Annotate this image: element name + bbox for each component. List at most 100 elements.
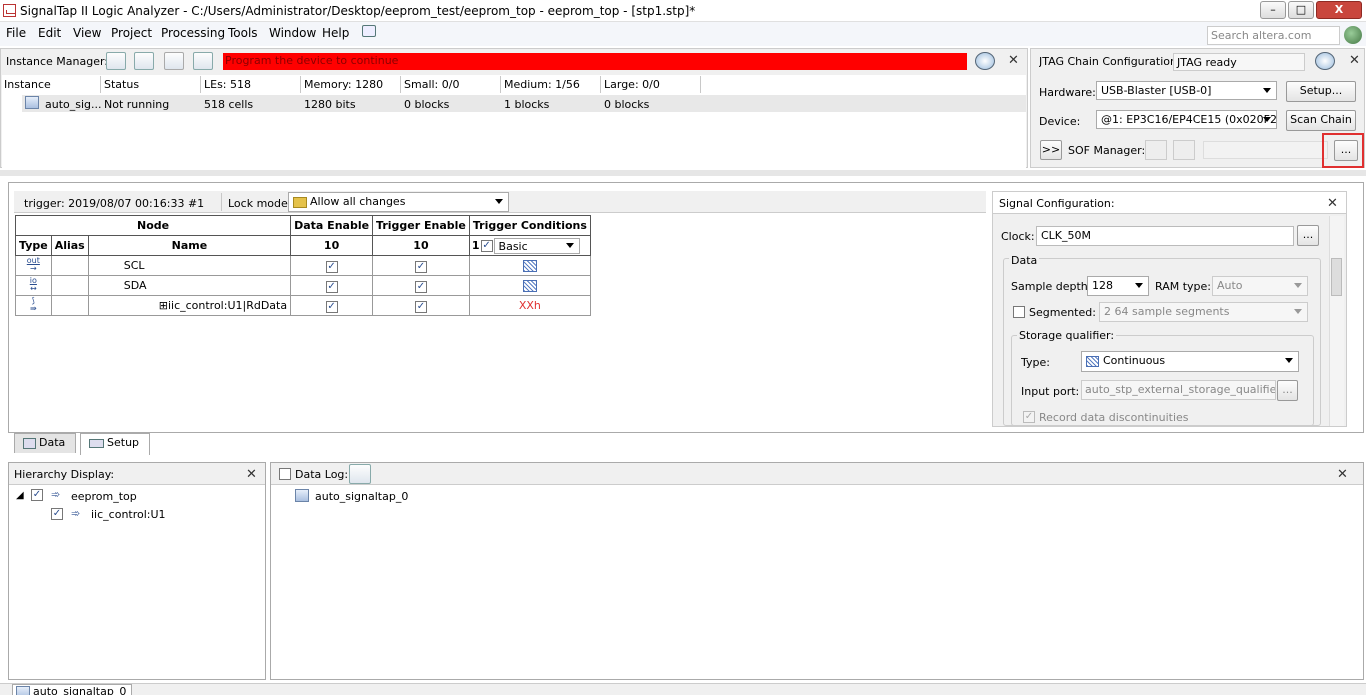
node-name: SCL [87, 255, 292, 276]
menu-tools[interactable]: Tools [228, 26, 258, 40]
trigger-mode-select[interactable]: Basic [493, 237, 580, 254]
sof-browse-button[interactable]: ... [1334, 140, 1358, 161]
program-device-icon[interactable] [1145, 140, 1167, 160]
segmented-checkbox[interactable] [1013, 306, 1025, 318]
data-log-panel [270, 462, 1364, 680]
output-pin-icon: out → [26, 256, 40, 273]
hierarchy-close-icon[interactable]: ✕ [246, 467, 257, 482]
help-icon[interactable] [975, 52, 995, 70]
run-analysis-icon[interactable] [134, 52, 154, 70]
header-alias: Alias [50, 235, 89, 256]
hierarchy-checkbox-iic-control[interactable]: ✓ [51, 508, 63, 520]
instance-memory: 1280 bits [304, 98, 356, 111]
sample-depth-value: 128 [1092, 279, 1113, 292]
whats-this-help-icon[interactable] [362, 25, 376, 37]
data-log-label: Data Log: [295, 468, 349, 481]
globe-icon[interactable] [1344, 26, 1362, 44]
tab-setup[interactable]: Setup [80, 433, 150, 455]
scrollbar[interactable] [1329, 216, 1344, 426]
segmented-select[interactable]: 2 64 sample segments [1099, 302, 1308, 322]
window-title: SignalTap II Logic Analyzer - C:/Users/A… [20, 4, 696, 18]
search-input[interactable]: Search altera.com [1207, 26, 1340, 45]
trigger-enable-checkbox[interactable]: ✓ [414, 280, 427, 293]
dont-care-condition-icon[interactable] [522, 280, 537, 292]
collapse-icon[interactable]: ◢ [16, 490, 24, 501]
menu-window[interactable]: Window [269, 26, 316, 40]
sample-depth-select[interactable]: 128 [1087, 276, 1149, 296]
menu-view[interactable]: View [73, 26, 101, 40]
ram-type-select[interactable]: Auto [1212, 276, 1308, 296]
input-port-field[interactable]: auto_stp_external_storage_qualifier [1081, 380, 1276, 400]
read-data-icon[interactable] [193, 52, 213, 70]
tab-data[interactable]: Data [14, 433, 76, 453]
menu-processing[interactable]: Processing [161, 26, 225, 40]
menu-project[interactable]: Project [111, 26, 152, 40]
trigger-number: 1 [471, 238, 480, 252]
trigger-condition-value[interactable]: XXh [468, 295, 591, 316]
menu-bar: File Edit View Project Processing Tools … [0, 22, 1366, 46]
data-log-item[interactable]: auto_signaltap_0 [315, 490, 408, 503]
table-row[interactable]: out → SCL ✓ ✓ [15, 255, 591, 276]
instance-icon [295, 489, 309, 502]
jtag-close-icon[interactable]: ✕ [1349, 53, 1360, 68]
hierarchy-label: Hierarchy Display: [14, 468, 115, 481]
scan-chain-button[interactable]: Scan Chain [1286, 110, 1356, 131]
lock-icon [293, 196, 307, 208]
node-name-cell: ⊞iic_control:U1|RdData [87, 295, 292, 316]
data-log-close-icon[interactable]: ✕ [1337, 467, 1348, 482]
attach-sof-icon[interactable] [1173, 140, 1195, 160]
autorun-analysis-icon[interactable] [106, 52, 126, 70]
lock-mode-select[interactable]: Allow all changes [288, 192, 509, 212]
device-select[interactable]: @1: EP3C16/EP4CE15 (0x020F2 [1096, 110, 1277, 129]
storage-type-select[interactable]: Continuous [1081, 351, 1299, 372]
expand-button[interactable]: >> [1040, 140, 1062, 160]
segmented-label: Segmented: [1029, 306, 1096, 319]
node-name: SDA [87, 275, 292, 296]
scrollbar-thumb[interactable] [1331, 258, 1342, 296]
jtag-help-icon[interactable] [1315, 52, 1335, 70]
instance-name: auto_sig... [45, 98, 102, 111]
data-group-label: Data [1009, 254, 1040, 267]
trigger-enable-checkbox[interactable]: ✓ [414, 260, 427, 273]
hierarchy-item[interactable]: eeprom_top [71, 490, 137, 503]
bus-icon: ⟆ ⇛ [29, 296, 37, 313]
close-window-button[interactable]: X [1316, 1, 1362, 19]
trigger-condition-header: 1 ✓ Basic [468, 235, 591, 256]
data-log-enable-icon[interactable] [349, 464, 371, 484]
sof-file-field[interactable] [1203, 141, 1328, 159]
hierarchy-checkbox-eeprom-top[interactable]: ✓ [31, 489, 43, 501]
data-log-checkbox[interactable] [279, 468, 291, 480]
clock-browse-button[interactable]: ... [1297, 225, 1319, 246]
data-enable-checkbox[interactable]: ✓ [325, 260, 338, 273]
hierarchy-item[interactable]: iic_control:U1 [91, 508, 166, 521]
storage-qualifier-label: Storage qualifier: [1017, 329, 1117, 342]
record-discontinuities-checkbox[interactable]: ✓ [1023, 411, 1035, 423]
data-enable-checkbox[interactable]: ✓ [325, 300, 338, 313]
hardware-select[interactable]: USB-Blaster [USB-0] [1096, 81, 1277, 100]
setup-tab-icon [89, 438, 104, 448]
menu-edit[interactable]: Edit [38, 26, 61, 40]
instance-large: 0 blocks [604, 98, 650, 111]
menu-help[interactable]: Help [322, 26, 349, 40]
trigger-enable-checkbox[interactable]: ✓ [414, 300, 427, 313]
trigger-enable-checkbox[interactable]: ✓ [480, 239, 493, 252]
menu-file[interactable]: File [6, 26, 26, 40]
bottom-tab[interactable]: auto_signaltap_0 [12, 684, 132, 695]
close-icon[interactable]: ✕ [1008, 53, 1019, 68]
maximize-button[interactable]: □ [1288, 1, 1314, 19]
signal-config-close-icon[interactable]: ✕ [1327, 196, 1338, 211]
setup-button[interactable]: Setup... [1286, 81, 1356, 102]
dont-care-condition-icon[interactable] [522, 260, 537, 272]
clock-input[interactable]: CLK_50M [1036, 226, 1294, 246]
data-enable-checkbox[interactable]: ✓ [325, 280, 338, 293]
splitter[interactable] [0, 170, 1366, 176]
table-row[interactable]: io ↔ SDA ✓ ✓ [15, 275, 591, 296]
minimize-button[interactable]: – [1260, 1, 1286, 19]
clock-label: Clock: [1001, 230, 1035, 243]
input-port-browse-button[interactable]: ... [1277, 380, 1298, 401]
expand-icon[interactable]: ⊞ [159, 299, 168, 312]
table-row[interactable]: ⟆ ⇛ ⊞iic_control:U1|RdData ✓ ✓ XXh [15, 295, 591, 316]
stop-analysis-icon[interactable] [164, 52, 184, 70]
storage-type-value: Continuous [1103, 354, 1166, 367]
bidir-pin-icon: io ↔ [29, 276, 37, 293]
